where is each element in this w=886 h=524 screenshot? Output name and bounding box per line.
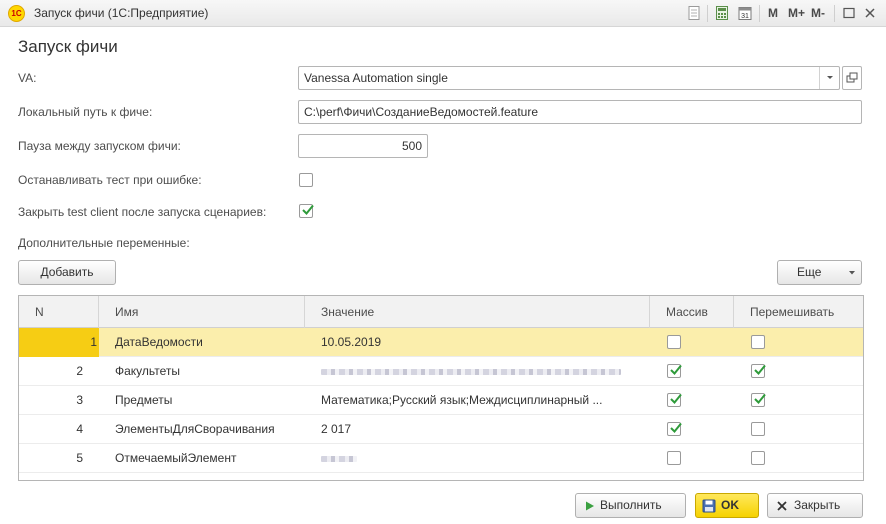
- row-value: [321, 444, 641, 473]
- redacted-value: [321, 456, 357, 462]
- array-checkbox[interactable]: [667, 393, 682, 407]
- pause-input[interactable]: 500: [298, 134, 428, 158]
- more-button[interactable]: Еще: [777, 260, 862, 285]
- open-window-icon: [846, 72, 858, 83]
- array-checkbox[interactable]: [667, 335, 681, 349]
- row-value: Математика;Русский язык;Междисциплинарны…: [321, 393, 603, 407]
- table-row[interactable]: 4 ЭлементыДляСворачивания 2 017: [19, 415, 863, 444]
- chevron-down-icon[interactable]: [819, 67, 839, 89]
- variables-label: Дополнительные переменные:: [18, 236, 190, 250]
- table-row[interactable]: 3 Предметы Математика;Русский язык;Межди…: [19, 386, 863, 415]
- table-row[interactable]: 2 Факультеты: [19, 357, 863, 386]
- row-number: 3: [76, 393, 83, 407]
- checkmark-icon: [670, 364, 682, 375]
- path-label: Локальный путь к фиче:: [18, 105, 153, 119]
- pause-value: 500: [401, 139, 422, 153]
- row-name: ЭлементыДляСворачивания: [115, 422, 275, 436]
- va-select[interactable]: Vanessa Automation single: [298, 66, 840, 90]
- close-button[interactable]: Закрыть: [767, 493, 863, 518]
- shuffle-checkbox[interactable]: [751, 335, 765, 349]
- run-label: Выполнить: [600, 498, 662, 512]
- memory-plus-button[interactable]: M+: [788, 6, 805, 20]
- ok-button[interactable]: OK: [695, 493, 759, 518]
- ok-label: OK: [721, 498, 739, 512]
- maximize-icon[interactable]: [841, 5, 857, 21]
- open-form-button[interactable]: [842, 66, 862, 90]
- document-icon[interactable]: [686, 5, 702, 21]
- shuffle-checkbox[interactable]: [751, 364, 766, 378]
- row-value: 2 017: [321, 422, 352, 436]
- row-value: 10.05.2019: [321, 335, 382, 349]
- calendar-icon[interactable]: 31: [737, 5, 753, 21]
- va-value: Vanessa Automation single: [304, 71, 448, 85]
- calculator-icon[interactable]: [714, 5, 730, 21]
- checkmark-icon: [754, 364, 766, 375]
- column-header-shuffle[interactable]: Перемешивать: [734, 296, 863, 328]
- play-icon: [586, 501, 594, 511]
- chevron-down-icon: [849, 271, 855, 275]
- path-input[interactable]: C:\perf\Фичи\СозданиеВедомостей.feature: [298, 100, 862, 124]
- variables-table[interactable]: N Имя Значение Массив Перемешивать 1 Дат…: [18, 295, 864, 481]
- row-number: 5: [76, 451, 83, 465]
- va-label: VA:: [18, 71, 37, 85]
- row-name: ДатаВедомости: [115, 335, 203, 349]
- redacted-value: [321, 369, 621, 375]
- memory-m-button[interactable]: M: [768, 6, 778, 20]
- close-label: Закрыть: [794, 498, 841, 512]
- shuffle-checkbox[interactable]: [751, 422, 765, 436]
- column-header-array[interactable]: Массив: [650, 296, 734, 328]
- array-checkbox[interactable]: [667, 422, 682, 436]
- table-row[interactable]: 5 ОтмечаемыйЭлемент: [19, 444, 863, 473]
- checkmark-icon: [670, 422, 682, 433]
- row-name: Факультеты: [115, 364, 180, 378]
- memory-minus-button[interactable]: M-: [811, 6, 825, 20]
- column-header-n[interactable]: N: [19, 296, 99, 328]
- svg-text:31: 31: [741, 13, 749, 20]
- form-title: Запуск фичи: [18, 37, 118, 56]
- close-client-label: Закрыть test client после запуска сценар…: [18, 205, 267, 219]
- app-logo-icon[interactable]: 1С: [8, 5, 25, 22]
- path-value: C:\perf\Фичи\СозданиеВедомостей.feature: [304, 105, 539, 119]
- shuffle-checkbox[interactable]: [751, 393, 766, 407]
- shuffle-checkbox[interactable]: [751, 451, 765, 465]
- row-name: ОтмечаемыйЭлемент: [115, 451, 237, 465]
- column-header-name[interactable]: Имя: [99, 296, 305, 328]
- row-name: Предметы: [115, 393, 173, 407]
- checkmark-icon: [670, 393, 682, 404]
- stop-on-error-label: Останавливать тест при ошибке:: [18, 173, 202, 187]
- close-icon[interactable]: [862, 5, 878, 21]
- pause-label: Пауза между запуском фичи:: [18, 139, 181, 153]
- array-checkbox[interactable]: [667, 451, 681, 465]
- save-icon: [702, 499, 716, 513]
- row-number: 2: [76, 364, 83, 378]
- row-number: 4: [76, 422, 83, 436]
- checkmark-icon: [754, 393, 766, 404]
- stop-on-error-checkbox[interactable]: [299, 173, 313, 187]
- window-title: Запуск фичи (1С:Предприятие): [34, 6, 209, 20]
- array-checkbox[interactable]: [667, 364, 682, 378]
- run-button[interactable]: Выполнить: [575, 493, 686, 518]
- more-label: Еще: [797, 265, 822, 279]
- window-titlebar: 1С Запуск фичи (1С:Предприятие) 31 M M+ …: [0, 0, 886, 27]
- row-number: 1: [90, 335, 97, 349]
- checkmark-icon: [302, 204, 314, 215]
- column-header-value[interactable]: Значение: [305, 296, 650, 328]
- add-button[interactable]: Добавить: [18, 260, 116, 285]
- close-icon: [777, 501, 787, 511]
- table-row[interactable]: 1 ДатаВедомости 10.05.2019: [19, 328, 863, 357]
- close-client-checkbox[interactable]: [299, 204, 314, 218]
- table-header: N Имя Значение Массив Перемешивать: [19, 296, 863, 328]
